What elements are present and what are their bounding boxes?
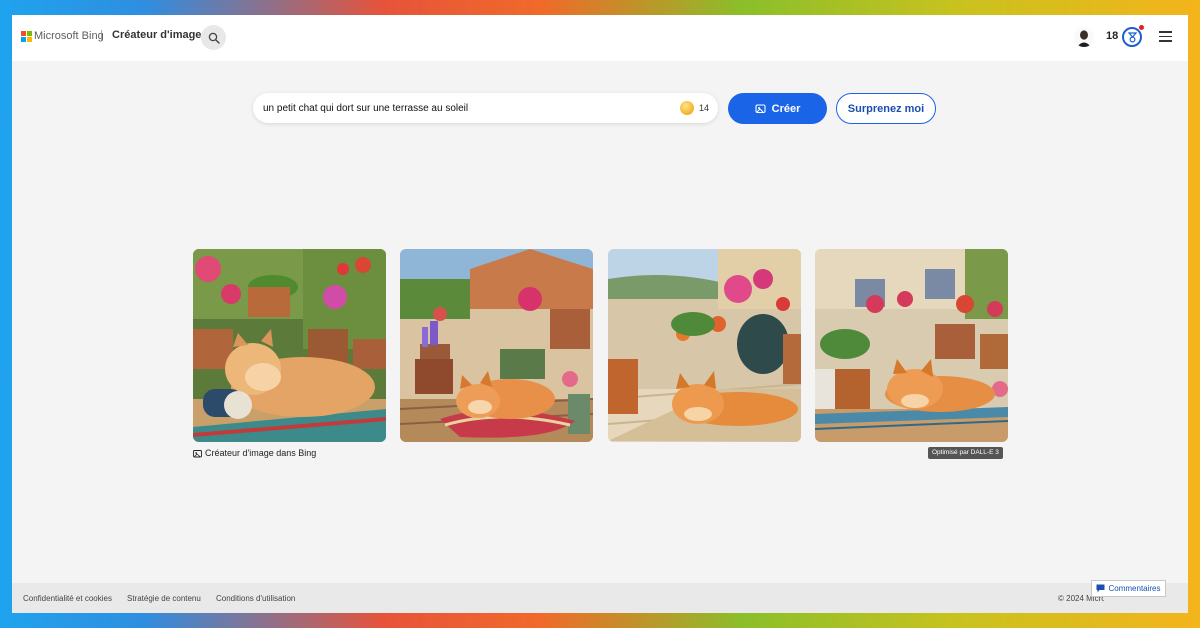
microsoft-logo-icon[interactable] xyxy=(21,31,32,42)
caption-text: Créateur d'image dans Bing xyxy=(205,448,317,458)
brand-name[interactable]: Microsoft Bing xyxy=(34,30,104,42)
dalle-badge: Optimisé par DALL-E 3 xyxy=(928,447,1003,459)
surprise-me-button[interactable]: Surprenez moi xyxy=(836,93,936,124)
rewards-icon[interactable] xyxy=(1122,27,1142,47)
chat-icon xyxy=(1096,584,1105,593)
result-image-4[interactable] xyxy=(815,249,1008,442)
search-button[interactable] xyxy=(201,25,226,50)
app-title[interactable]: Créateur d'image xyxy=(112,29,201,41)
footer: Confidentialité et cookies Stratégie de … xyxy=(12,583,1188,613)
privacy-link[interactable]: Confidentialité et cookies xyxy=(23,594,112,603)
image-create-icon xyxy=(755,104,766,114)
menu-icon[interactable] xyxy=(1159,31,1172,42)
boost-coin-icon[interactable] xyxy=(680,101,694,115)
brand-separator: | xyxy=(100,29,103,41)
boost-count: 14 xyxy=(699,103,710,113)
notification-dot xyxy=(1139,25,1144,30)
rewards-count[interactable]: 18 xyxy=(1106,30,1118,42)
browser-page: Microsoft Bing | Créateur d'image 18 un … xyxy=(12,15,1188,613)
image-creator-caption[interactable]: Créateur d'image dans Bing xyxy=(193,448,316,458)
image-creator-icon xyxy=(193,449,202,457)
avatar[interactable] xyxy=(1074,27,1094,47)
create-button[interactable]: Créer xyxy=(728,93,827,124)
feedback-button[interactable]: Commentaires xyxy=(1091,580,1166,597)
create-label: Créer xyxy=(771,102,801,115)
top-header: Microsoft Bing | Créateur d'image 18 xyxy=(12,15,1188,61)
result-image-2[interactable] xyxy=(400,249,593,442)
content-policy-link[interactable]: Stratégie de contenu xyxy=(127,594,201,603)
search-icon xyxy=(208,32,220,44)
surprise-label: Surprenez moi xyxy=(847,102,925,115)
prompt-input[interactable] xyxy=(263,100,663,116)
result-image-3[interactable] xyxy=(608,249,801,442)
result-image-1[interactable] xyxy=(193,249,386,442)
terms-link[interactable]: Conditions d'utilisation xyxy=(216,594,295,603)
feedback-label: Commentaires xyxy=(1108,584,1161,593)
prompt-box[interactable]: 14 xyxy=(253,93,718,123)
